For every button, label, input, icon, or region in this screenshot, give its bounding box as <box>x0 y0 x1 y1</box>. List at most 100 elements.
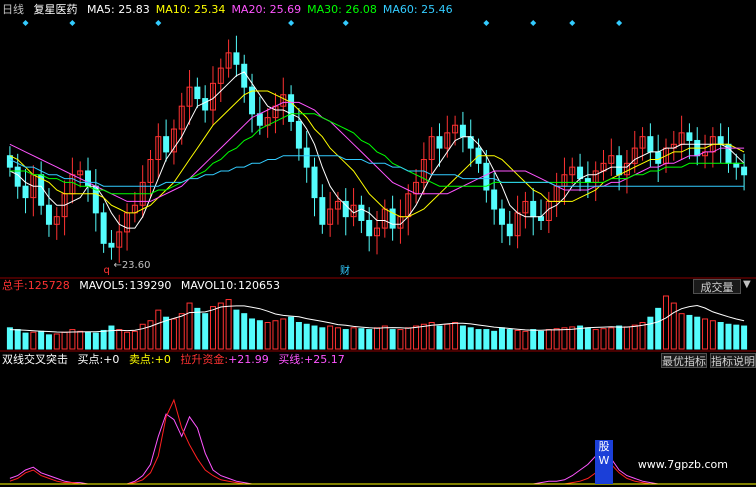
candle-body <box>22 185 29 199</box>
volume-bar <box>428 322 435 350</box>
volume-bar <box>483 329 490 350</box>
volume-bar <box>108 325 115 350</box>
volume-bar <box>77 330 84 350</box>
volume-bar <box>217 302 224 350</box>
volume-bar <box>553 328 560 350</box>
volume-bar <box>561 327 568 350</box>
volume-header: 总手:125728 MAVOL5:139290 MAVOL10:120653 <box>2 279 286 293</box>
candle-body <box>538 216 545 221</box>
volume-bar <box>272 320 279 350</box>
volume-bar <box>61 331 68 350</box>
volume-bar <box>538 330 545 350</box>
sell-label: 卖点: <box>128 353 155 366</box>
volume-bar <box>100 329 107 350</box>
diamond-marker <box>530 20 537 26</box>
volume-bar <box>608 327 615 350</box>
volume-bar <box>6 327 13 350</box>
volume-ma-line <box>9 304 745 333</box>
ma-line-ma5 <box>9 71 745 229</box>
volume-bar <box>116 329 123 350</box>
volume-bar <box>264 322 271 350</box>
volume-bar <box>14 329 21 350</box>
volume-bar <box>327 325 334 350</box>
candle-body <box>436 136 443 149</box>
indicator-help-button[interactable]: 指标说明 <box>710 353 756 368</box>
mavol10-value: 120653 <box>238 279 280 292</box>
total-label: 总手: <box>2 279 28 292</box>
diamond-marker <box>69 20 76 26</box>
volume-bar <box>475 329 482 350</box>
stamp-logo: 股W <box>595 440 613 484</box>
diamond-marker <box>155 20 162 26</box>
candle-body <box>241 63 248 88</box>
candle-body <box>85 170 92 187</box>
volume-bar <box>280 318 287 350</box>
candle-body <box>366 219 373 237</box>
q-marker: q <box>103 265 109 276</box>
indicator-line-fund <box>9 398 745 485</box>
volume-bar <box>514 329 521 350</box>
volume-bar <box>170 318 177 350</box>
mavol5-value: 139290 <box>129 279 172 292</box>
volume-bar <box>241 313 248 350</box>
candle-body <box>491 189 498 210</box>
ma-line-ma30 <box>9 113 745 195</box>
candle-body <box>295 120 302 149</box>
volume-bar <box>577 325 584 350</box>
volume-bar <box>459 325 466 350</box>
volume-button[interactable]: 成交量 <box>693 279 741 294</box>
volume-bar <box>366 329 373 350</box>
volume-bar <box>647 316 654 350</box>
candle-body <box>108 242 115 248</box>
volume-bar <box>709 320 716 350</box>
volume-bar <box>702 318 709 350</box>
volume-bar <box>202 313 209 350</box>
diamond-marker <box>616 20 623 26</box>
volume-bar <box>592 329 599 350</box>
volume-bar <box>436 325 443 350</box>
candle-body <box>163 136 170 153</box>
best-indicator-button[interactable]: 最优指标 <box>661 353 707 368</box>
candle-body <box>202 98 209 111</box>
indicator-header: 双线交叉突击 买点:+0 卖点:+0 拉升资金:+21.99 买线:+25.17 <box>2 353 351 367</box>
candle-body <box>498 208 505 225</box>
chevron-down-icon[interactable]: ▼ <box>743 279 751 290</box>
buy-label: 买点: <box>77 353 104 366</box>
volume-bar <box>295 322 302 350</box>
candle-body <box>647 136 654 153</box>
volume-bar <box>631 324 638 350</box>
candle-body <box>303 147 310 168</box>
volume-bar <box>600 328 607 350</box>
mavol5-label: MAVOL5: <box>79 279 129 292</box>
volume-bar <box>178 313 185 350</box>
volume-bar <box>374 327 380 350</box>
indicator-name: 双线交叉突击 <box>2 353 68 366</box>
candle-body <box>584 178 591 183</box>
chart-canvas: ←23.60 q 财 <box>0 20 756 485</box>
volume-bar <box>225 299 232 350</box>
diamond-marker <box>483 20 490 26</box>
candle-body <box>358 204 365 221</box>
candle-body <box>655 151 662 164</box>
candle-body <box>686 132 693 141</box>
candle-body <box>100 212 107 244</box>
volume-bar <box>311 325 318 350</box>
volume-bar <box>584 327 591 350</box>
candle-body <box>233 52 240 65</box>
volume-bar <box>733 324 740 350</box>
volume-bar <box>616 325 623 350</box>
fund-label: 拉升资金: <box>180 353 229 366</box>
volume-bar <box>498 327 505 350</box>
candle-body <box>311 166 318 199</box>
volume-bar <box>569 326 576 350</box>
low-price-label: ←23.60 <box>113 260 150 271</box>
volume-bar <box>209 306 216 350</box>
volume-bar <box>491 330 498 350</box>
volume-bar <box>623 326 630 350</box>
diamond-marker <box>288 20 295 26</box>
candle-body <box>616 155 623 176</box>
chart-root: 日线 复星医药 MA5: 25.83 MA10: 25.34 MA20: 25.69… <box>0 0 756 487</box>
line-label: 买线: <box>278 353 305 366</box>
volume-bar <box>639 322 646 350</box>
candle-body <box>577 166 584 180</box>
